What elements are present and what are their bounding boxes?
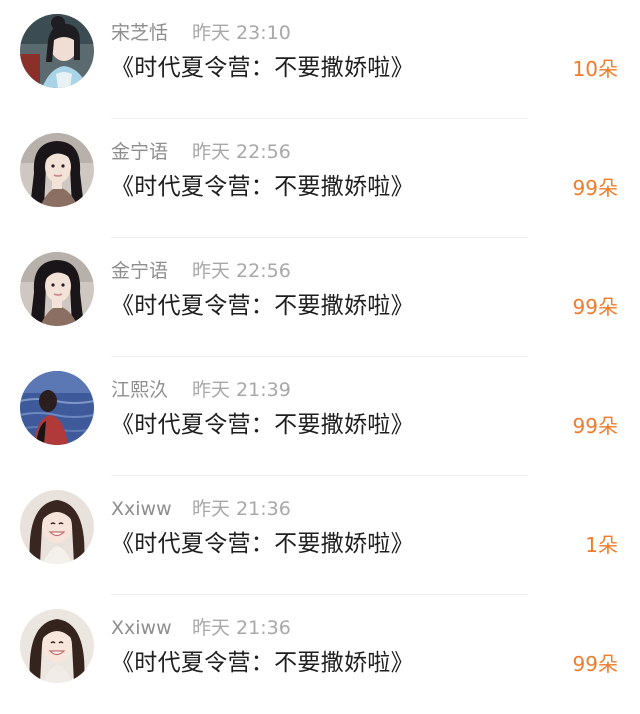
sender-name[interactable]: 金宁语: [111, 259, 168, 283]
send-time: 昨天 22:56: [192, 260, 291, 282]
flower-count: 99朵: [572, 176, 618, 200]
avatar[interactable]: [20, 371, 94, 445]
sender-name[interactable]: 金宁语: [111, 140, 168, 164]
list-item[interactable]: 宋芝恬 昨天 23:10 《时代夏令营：不要撒娇啦》 10朵: [0, 0, 640, 119]
flower-count: 99朵: [572, 414, 618, 438]
avatar[interactable]: [20, 14, 94, 88]
list-item[interactable]: 江熙汣 昨天 21:39 《时代夏令营：不要撒娇啦》 99朵: [0, 357, 640, 476]
smiling-girl-icon: [20, 490, 94, 564]
work-title: 《时代夏令营：不要撒娇啦》: [111, 174, 414, 200]
work-title: 《时代夏令营：不要撒娇啦》: [111, 412, 414, 438]
list-item[interactable]: Xxiww 昨天 21:36 《时代夏令营：不要撒娇啦》 99朵: [0, 595, 640, 714]
send-time: 昨天 21:36: [192, 617, 291, 639]
flower-count: 1朵: [585, 533, 618, 557]
send-time: 昨天 23:10: [192, 22, 291, 44]
avatar[interactable]: [20, 490, 94, 564]
list-item[interactable]: 金宁语 昨天 22:56 《时代夏令营：不要撒娇啦》 99朵: [0, 119, 640, 238]
avatar[interactable]: [20, 609, 94, 683]
list-item[interactable]: 金宁语 昨天 22:56 《时代夏令营：不要撒娇啦》 99朵: [0, 238, 640, 357]
flower-count: 99朵: [572, 295, 618, 319]
sender-name[interactable]: 宋芝恬: [111, 21, 168, 45]
sender-name[interactable]: Xxiww: [111, 616, 172, 640]
avatar[interactable]: [20, 133, 94, 207]
girl-portrait-icon: [20, 252, 94, 326]
girl-portrait-icon: [20, 133, 94, 207]
boy-by-sea-icon: [20, 371, 94, 445]
send-time: 昨天 21:39: [192, 379, 291, 401]
avatar[interactable]: [20, 252, 94, 326]
sender-name[interactable]: Xxiww: [111, 497, 172, 521]
girl-with-bun-icon: [20, 14, 94, 88]
flower-count: 99朵: [572, 652, 618, 676]
gift-record-list: 宋芝恬 昨天 23:10 《时代夏令营：不要撒娇啦》 10朵 金宁语 昨天 22…: [0, 0, 640, 704]
work-title: 《时代夏令营：不要撒娇啦》: [111, 293, 414, 319]
send-time: 昨天 21:36: [192, 498, 291, 520]
smiling-girl-icon: [20, 609, 94, 683]
list-item[interactable]: Xxiww 昨天 21:36 《时代夏令营：不要撒娇啦》 1朵: [0, 476, 640, 595]
work-title: 《时代夏令营：不要撒娇啦》: [111, 650, 414, 676]
sender-name[interactable]: 江熙汣: [111, 378, 168, 402]
work-title: 《时代夏令营：不要撒娇啦》: [111, 55, 414, 81]
flower-count: 10朵: [572, 57, 618, 81]
send-time: 昨天 22:56: [192, 141, 291, 163]
work-title: 《时代夏令营：不要撒娇啦》: [111, 531, 414, 557]
